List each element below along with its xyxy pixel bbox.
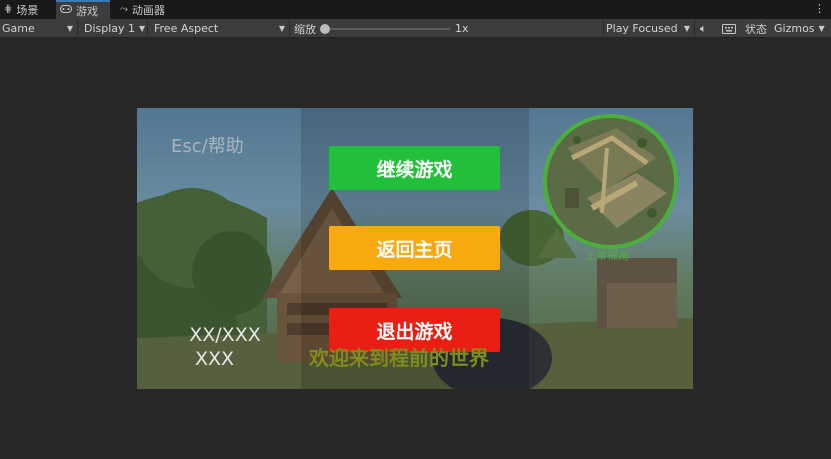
- display-dropdown-label: Display 1: [84, 22, 136, 35]
- chevron-down-icon: ▼: [818, 24, 825, 33]
- tab-game[interactable]: 游戏: [56, 0, 110, 19]
- aspect-dropdown-label: Free Aspect: [154, 22, 219, 35]
- stats-button[interactable]: 状态: [745, 19, 767, 38]
- welcome-message: 欢迎来到程前的世界: [309, 346, 489, 370]
- gizmos-dropdown-label: Gizmos: [774, 22, 815, 35]
- grid-icon: ⋕: [4, 4, 13, 15]
- tab-animator[interactable]: ⤳ 动画器: [116, 0, 174, 19]
- play-mode-dropdown-label: Play Focused: [606, 22, 678, 35]
- score-counter: XX/XXX: [189, 324, 261, 346]
- continue-game-button[interactable]: 继续游戏: [329, 146, 500, 190]
- gizmos-dropdown[interactable]: Gizmos ▼: [772, 19, 828, 38]
- chevron-down-icon: ▼: [278, 24, 285, 33]
- mute-audio-icon[interactable]: 🔈︎: [700, 19, 707, 38]
- editor-tab-bar: ⋕ 场景 游戏 ⤳ 动画器 ⋮: [0, 0, 831, 19]
- play-mode-dropdown[interactable]: Play Focused ▼: [603, 19, 695, 38]
- esc-help-hint: Esc/帮助: [171, 136, 244, 157]
- minimap-terrain: [547, 118, 674, 245]
- tab-animator-label: 动画器: [132, 3, 165, 17]
- scale-slider-track[interactable]: [326, 28, 450, 30]
- chevron-down-icon: ▼: [683, 24, 690, 33]
- aspect-dropdown[interactable]: Free Aspect ▼: [152, 19, 290, 38]
- more-options-icon[interactable]: ⋮: [814, 2, 825, 15]
- tab-game-label: 游戏: [76, 4, 98, 18]
- scale-value: 1x: [455, 22, 469, 35]
- minimap-label: 上帝视角: [585, 249, 629, 262]
- game-view-dropdown-label: Game: [2, 22, 35, 35]
- tab-scene-label: 场景: [16, 3, 39, 17]
- chevron-down-icon: ▼: [139, 24, 146, 33]
- game-view-dropdown[interactable]: Game ▼: [0, 19, 78, 38]
- display-dropdown[interactable]: Display 1 ▼: [82, 19, 148, 38]
- chevron-down-icon: ▼: [66, 24, 73, 33]
- minimap[interactable]: [543, 114, 678, 249]
- animator-icon: ⤳: [120, 4, 128, 15]
- score-subtext: XXX: [195, 348, 235, 370]
- keyboard-icon[interactable]: [722, 19, 736, 38]
- tab-scene[interactable]: ⋕ 场景: [0, 0, 54, 19]
- gamepad-icon: [60, 5, 72, 16]
- return-home-button[interactable]: 返回主页: [329, 226, 500, 270]
- scale-label: 缩放: [294, 22, 316, 36]
- game-render-area: Esc/帮助 继续游戏 返回主页 退出游戏 XX/XXX XXX 欢迎来到程前的…: [137, 108, 693, 389]
- scale-slider-handle[interactable]: [320, 24, 330, 34]
